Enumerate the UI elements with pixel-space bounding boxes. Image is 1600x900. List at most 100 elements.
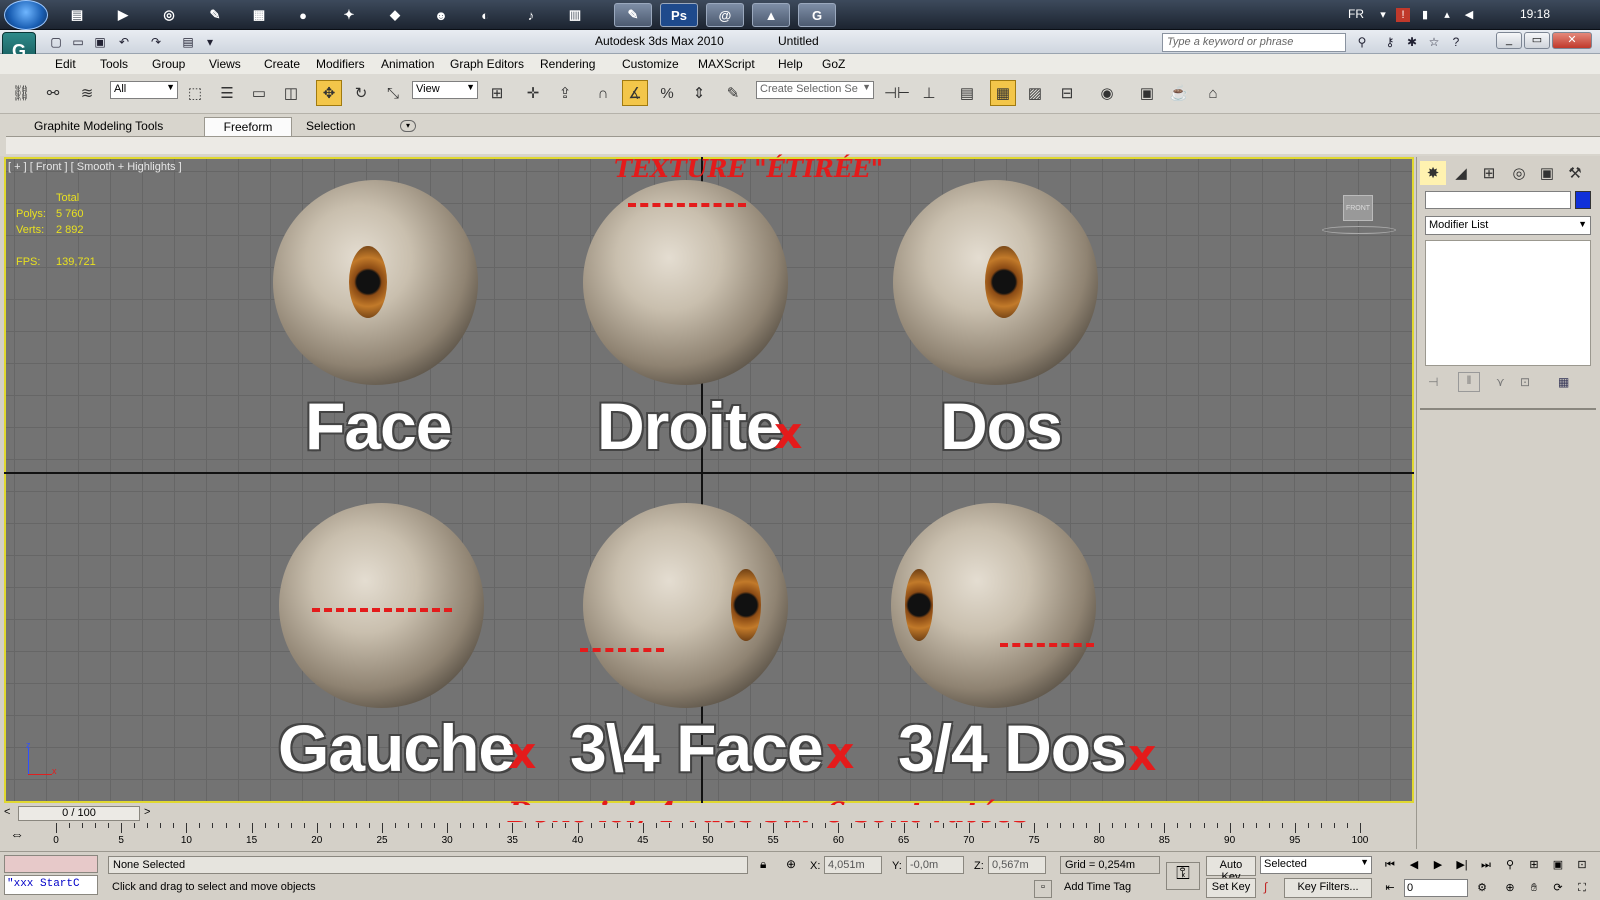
eyeball-gauche[interactable]: [279, 503, 484, 708]
ribbon-options-icon[interactable]: ▾: [400, 120, 416, 132]
orbit-icon[interactable]: ⟳: [1548, 879, 1568, 897]
current-frame-field[interactable]: 0: [1404, 879, 1468, 897]
remove-modifier-icon[interactable]: ⊡: [1520, 375, 1530, 389]
time-slider-prev[interactable]: <: [4, 806, 10, 818]
app-icon[interactable]: ✦: [330, 3, 368, 27]
help-icon[interactable]: ?: [1446, 33, 1466, 51]
hierarchy-tab-icon[interactable]: ⊞: [1476, 161, 1502, 185]
go-to-end-icon[interactable]: ⏭: [1476, 856, 1496, 874]
zoom-region-icon[interactable]: ⊕: [1500, 879, 1520, 897]
lock-icon[interactable]: 🔒︎: [760, 857, 766, 872]
key-mode-dropdown[interactable]: Selected ▼: [1260, 856, 1372, 874]
viewcube[interactable]: FRONT: [1343, 195, 1373, 221]
close-button[interactable]: ✕: [1552, 32, 1592, 49]
move-icon[interactable]: ✥: [316, 80, 342, 106]
time-slider-next[interactable]: >: [144, 806, 150, 818]
menu-create[interactable]: Create: [264, 57, 300, 71]
rectangular-selection-icon[interactable]: ▭: [246, 80, 272, 106]
eyeball-three-quarter-dos[interactable]: [891, 503, 1096, 708]
object-color-swatch[interactable]: [1575, 191, 1591, 209]
auto-key-button[interactable]: Auto Key: [1206, 856, 1256, 883]
steam-icon[interactable]: ◎: [150, 3, 188, 27]
edit-named-selection-icon[interactable]: ✎: [720, 80, 746, 106]
y-coordinate-field[interactable]: -0,0m: [906, 856, 964, 874]
menu-graph-editors[interactable]: Graph Editors: [450, 57, 524, 71]
key-filters-button[interactable]: Key Filters...: [1284, 878, 1372, 898]
zoom-icon[interactable]: ⚲: [1500, 856, 1520, 874]
battery-icon[interactable]: ▮: [1418, 8, 1432, 22]
maxscript-listener-input[interactable]: "xxx StartC: [4, 875, 98, 895]
track-bar[interactable]: 0 5 10 15 20 25 30 35 40 45 50 55 60 65 70 75 80 85 90 95 10…: [50, 823, 1414, 849]
rotate-icon[interactable]: ↻: [348, 80, 374, 106]
scale-icon[interactable]: ⤡: [380, 80, 406, 106]
z-coordinate-field[interactable]: 0,567m: [988, 856, 1046, 874]
tab-freeform[interactable]: Freeform: [204, 117, 292, 136]
redo-icon[interactable]: ↷: [146, 33, 166, 51]
app-icon[interactable]: ◆: [376, 3, 414, 27]
go-to-start-icon[interactable]: ⏮: [1380, 856, 1400, 874]
motion-tab-icon[interactable]: ◎: [1506, 161, 1532, 185]
display-tab-icon[interactable]: ▣: [1534, 161, 1560, 185]
menu-maxscript[interactable]: MAXScript: [698, 57, 755, 71]
link-icon[interactable]: ⛓: [8, 80, 34, 106]
window-crossing-icon[interactable]: ◫: [278, 80, 304, 106]
eyeball-face[interactable]: [273, 180, 478, 385]
eyeball-droite[interactable]: [583, 180, 788, 385]
menu-edit[interactable]: Edit: [55, 57, 76, 71]
menu-modifiers[interactable]: Modifiers: [316, 57, 365, 71]
save-icon[interactable]: ▣: [90, 33, 110, 51]
network-icon[interactable]: ▴: [1440, 8, 1454, 22]
menu-customize[interactable]: Customize: [622, 57, 679, 71]
media-player-icon[interactable]: ▶: [104, 3, 142, 27]
menu-animation[interactable]: Animation: [381, 57, 434, 71]
antivirus-icon[interactable]: !: [1396, 8, 1410, 22]
curve-editor-icon[interactable]: ▨: [1022, 80, 1048, 106]
absolute-relative-icon[interactable]: ⊕: [786, 857, 796, 871]
create-tab-icon[interactable]: ✸: [1420, 161, 1446, 185]
language-indicator[interactable]: FR: [1348, 7, 1364, 21]
make-unique-icon[interactable]: ⋎: [1496, 375, 1505, 389]
tab-graphite-modeling-tools[interactable]: Graphite Modeling Tools: [26, 117, 171, 136]
track-bar-toggle-icon[interactable]: ⇔: [10, 826, 24, 842]
paint-icon[interactable]: ✎: [614, 3, 652, 27]
pan-icon[interactable]: ✋︎: [1524, 879, 1544, 897]
tool-icon[interactable]: ✎: [196, 3, 234, 27]
set-key-button[interactable]: Set Key: [1206, 878, 1256, 898]
zoom-extents-icon[interactable]: ▣: [1548, 856, 1568, 874]
x-coordinate-field[interactable]: 4,051m: [824, 856, 882, 874]
rendered-frame-window-icon[interactable]: ☕: [1166, 80, 1192, 106]
maxscript-listener-mini[interactable]: [4, 855, 98, 873]
undo-icon[interactable]: ↶: [114, 33, 134, 51]
previous-frame-icon[interactable]: ◀: [1404, 856, 1424, 874]
material-editor-icon[interactable]: ◉: [1094, 80, 1120, 106]
maximize-button[interactable]: ▭: [1524, 32, 1550, 49]
time-slider[interactable]: [4, 805, 1414, 821]
vlc-icon[interactable]: ▲: [752, 3, 790, 27]
show-end-result-icon[interactable]: ‖: [1458, 372, 1480, 392]
select-manipulate-icon[interactable]: ✛: [520, 80, 546, 106]
binoculars-icon[interactable]: ⚲: [1352, 33, 1372, 51]
new-file-icon[interactable]: ▢: [46, 33, 66, 51]
app-icon[interactable]: ◐: [466, 3, 504, 27]
modifier-list-dropdown[interactable]: Modifier List ▼: [1425, 216, 1591, 235]
modify-tab-icon[interactable]: ◢: [1448, 161, 1474, 185]
notes-icon[interactable]: ▥: [556, 3, 594, 27]
menu-tools[interactable]: Tools: [100, 57, 128, 71]
spinner-snap-icon[interactable]: ⇕: [686, 80, 712, 106]
angle-snap-icon[interactable]: ∡: [622, 80, 648, 106]
folder-icon[interactable]: ▤: [58, 3, 96, 27]
menu-help[interactable]: Help: [778, 57, 803, 71]
key-mode-toggle-icon[interactable]: ⇤: [1380, 879, 1400, 897]
layer-manager-icon[interactable]: ▤: [954, 80, 980, 106]
subscription-icon[interactable]: ⚷: [1380, 33, 1400, 51]
configure-modifier-sets-icon[interactable]: ▦: [1558, 375, 1569, 389]
tab-selection[interactable]: Selection: [298, 117, 363, 136]
time-configuration-icon[interactable]: ⚙: [1472, 879, 1492, 897]
pin-stack-icon[interactable]: ⊣: [1428, 375, 1438, 389]
render-setup-icon[interactable]: ▣: [1134, 80, 1160, 106]
named-selection-set-dropdown[interactable]: Create Selection Se ▼: [756, 81, 874, 99]
menu-group[interactable]: Group: [152, 57, 185, 71]
clock[interactable]: 19:18: [1520, 7, 1550, 21]
selection-filter-dropdown[interactable]: All ▼: [110, 81, 178, 99]
select-object-icon[interactable]: ⬚: [182, 80, 208, 106]
